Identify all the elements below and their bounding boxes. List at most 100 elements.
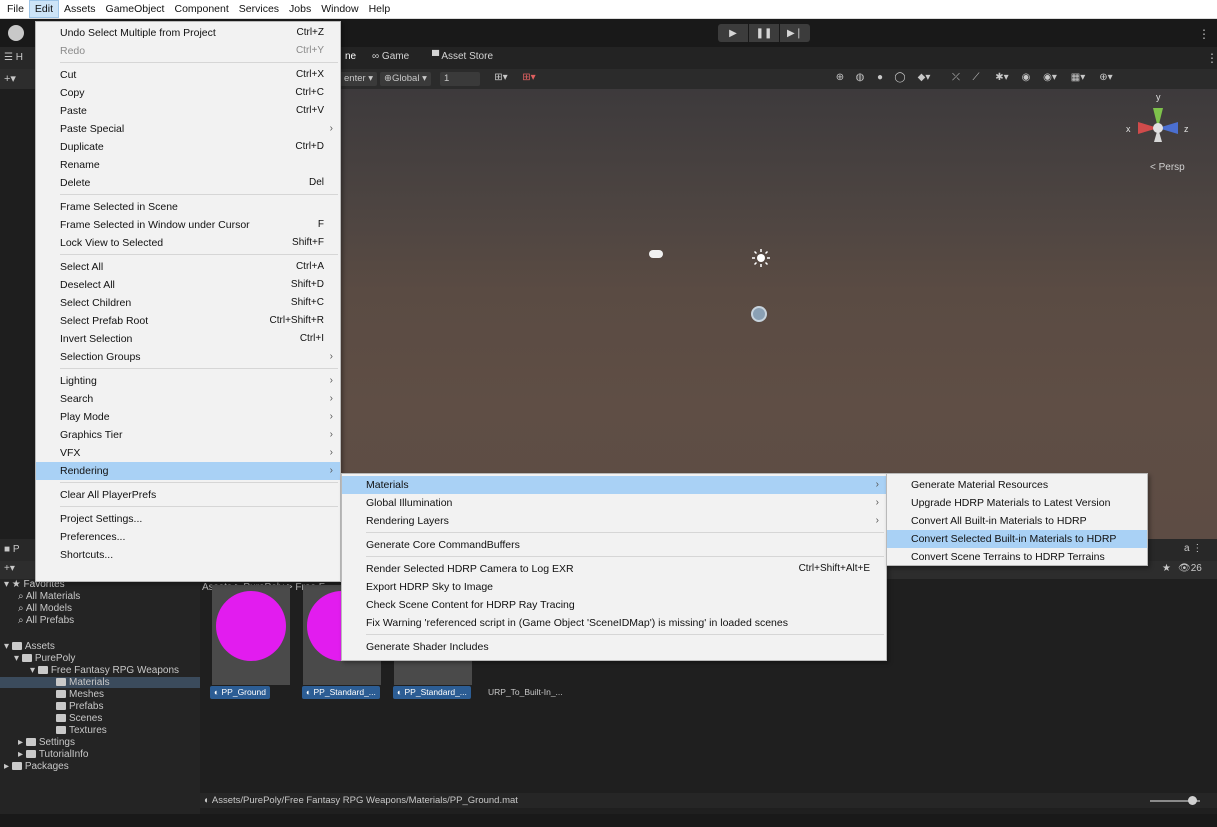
menu-item-invert-selection[interactable]: Invert Selection Ctrl+I [36,330,340,348]
menu-item-rendering-layers[interactable]: Rendering Layers › [342,512,886,530]
tree-tutorialinfo[interactable]: ▸ TutorialInfo [18,749,88,760]
menu-item-delete[interactable]: Delete Del [36,174,340,192]
menu-item-undo[interactable]: Undo Select Multiple from Project Ctrl+Z [36,24,340,42]
menu-item-fix-warning[interactable]: Fix Warning 'referenced script in (Game … [342,614,886,632]
tab-scene[interactable]: ne [345,51,356,62]
menu-item-render-camera-exr[interactable]: Render Selected HDRP Camera to Log EXR Ct… [342,560,886,578]
tree-all-materials[interactable]: ⌕ All Materials [18,591,80,602]
menu-item-convert-all-builtin[interactable]: Convert All Built-in Materials to HDRP [887,512,1147,530]
asset-label[interactable]: ◐ PP_Standard_... [393,686,471,699]
orientation-icon[interactable]: ⊕ [832,72,848,86]
menu-item-frame-selected[interactable]: Frame Selected in Scene [36,198,340,216]
menu-item-rendering[interactable]: Rendering › [36,462,340,480]
menu-item-shortcuts[interactable]: Shortcuts... [36,546,340,564]
menu-item-select-prefab-root[interactable]: Select Prefab Root Ctrl+Shift+R [36,312,340,330]
menu-item-duplicate[interactable]: Duplicate Ctrl+D [36,138,340,156]
menu-item-select-children[interactable]: Select Children Shift+C [36,294,340,312]
menu-item-project-settings[interactable]: Project Settings... [36,510,340,528]
menu-item-search[interactable]: Search › [36,390,340,408]
project-add-icon[interactable]: +▾ [4,563,15,574]
scene-view[interactable] [340,89,1217,539]
projection-label[interactable]: < Persp [1150,162,1185,173]
menu-item-deselect-all[interactable]: Deselect All Shift+D [36,276,340,294]
lighting-toggle-icon[interactable]: ⟋ [968,72,984,86]
grid-snap-icon[interactable]: ⊞▾ [490,72,512,86]
tree-meshes[interactable]: Meshes [56,689,104,700]
menu-item-check-ray-tracing[interactable]: Check Scene Content for HDRP Ray Tracing [342,596,886,614]
menu-item-frame-under-cursor[interactable]: Frame Selected in Window under Cursor F [36,216,340,234]
menu-edit[interactable]: Edit [28,0,60,18]
effects-icon[interactable]: ✱▾ [990,72,1014,86]
tree-settings[interactable]: ▸ Settings [18,737,75,748]
menu-gameobject[interactable]: GameObject [101,1,170,17]
menu-item-copy[interactable]: Copy Ctrl+C [36,84,340,102]
unity-account-icon[interactable] [8,25,24,41]
asset-thumbnail[interactable] [212,585,290,685]
menu-item-rename[interactable]: Rename [36,156,340,174]
snap-increment-icon[interactable]: ⊞▾ [518,72,540,86]
tree-purepoly[interactable]: ▾ PurePoly [14,653,75,664]
menu-item-paste-special[interactable]: Paste Special › [36,120,340,138]
menu-item-select-all[interactable]: Select All Ctrl+A [36,258,340,276]
reflection-probe-icon[interactable] [751,306,767,322]
directional-light-icon[interactable] [751,248,771,268]
tab-game[interactable]: ∞ Game [372,51,409,62]
tree-all-prefabs[interactable]: ⌕ All Prefabs [18,615,74,626]
menu-item-generate-core-commandbuffers[interactable]: Generate Core CommandBuffers [342,536,886,554]
pause-button[interactable]: ❚❚ [749,24,779,42]
lock-icon[interactable]: a ⋮ [1184,543,1202,554]
tree-assets[interactable]: ▾ Assets [4,641,55,652]
menu-item-upgrade-hdrp-materials[interactable]: Upgrade HDRP Materials to Latest Version [887,494,1147,512]
tree-materials[interactable]: Materials [0,677,200,688]
camera-icon[interactable]: ◉▾ [1038,72,1062,86]
tree-packages[interactable]: ▸ Packages [4,761,69,772]
menu-item-cut[interactable]: Cut Ctrl+X [36,66,340,84]
global-dropdown[interactable]: ⊕Global ▾ [380,72,431,86]
hierarchy-add-icon[interactable]: +▾ [4,73,16,85]
grid-size-field[interactable]: 1 [440,72,480,86]
menu-item-generate-shader-includes[interactable]: Generate Shader Includes [342,638,886,656]
lit-sphere-icon[interactable]: ● [872,72,888,86]
tabs-more-icon[interactable]: ⋮ [1206,51,1217,65]
visibility-icon[interactable]: ◉ [1018,72,1034,86]
menu-file[interactable]: File [2,1,29,17]
menu-window[interactable]: Window [316,1,363,17]
asset-label[interactable]: ◐ PP_Standard_... [302,686,380,699]
menu-item-selection-groups[interactable]: Selection Groups › [36,348,340,366]
tree-free-fantasy[interactable]: ▾ Free Fantasy RPG Weapons [30,665,179,676]
menu-assets[interactable]: Assets [59,1,101,17]
menu-item-convert-terrains[interactable]: Convert Scene Terrains to HDRP Terrains [887,548,1147,566]
toolbar-more-icon[interactable]: ⋮ [1198,27,1210,41]
step-button[interactable]: ▶❘ [780,24,810,42]
menu-item-lighting[interactable]: Lighting › [36,372,340,390]
tree-prefabs[interactable]: Prefabs [56,701,103,712]
orientation-gizmo[interactable]: y x z [1118,88,1198,168]
gizmos-icon[interactable]: ⊕▾ [1094,72,1118,86]
menu-item-convert-selected-builtin[interactable]: Convert Selected Built-in Materials to H… [887,530,1147,548]
menu-help[interactable]: Help [364,1,396,17]
menu-item-lock-view[interactable]: Lock View to Selected Shift+F [36,234,340,252]
tab-asset-store[interactable]: ▀ Asset Store [432,51,493,62]
grid-toggle-icon[interactable]: ▦▾ [1066,72,1090,86]
play-button[interactable]: ▶ [718,24,748,42]
tree-textures[interactable]: Textures [56,725,107,736]
favorite-star-icon[interactable]: ★ [1162,563,1171,574]
wire-sphere-icon[interactable]: ◯ [892,72,908,86]
menu-jobs[interactable]: Jobs [284,1,316,17]
toggle-2d-icon[interactable]: ⤫ [948,72,964,86]
menu-item-global-illumination[interactable]: Global Illumination › [342,494,886,512]
menu-item-clear-playerprefs[interactable]: Clear All PlayerPrefs [36,486,340,504]
shading-icon[interactable]: ◍ [852,72,868,86]
menu-item-export-sky[interactable]: Export HDRP Sky to Image [342,578,886,596]
menu-item-paste[interactable]: Paste Ctrl+V [36,102,340,120]
menu-item-preferences[interactable]: Preferences... [36,528,340,546]
tree-all-models[interactable]: ⌕ All Models [18,603,72,614]
pivot-dropdown[interactable]: enter ▾ [340,72,378,86]
menu-item-play-mode[interactable]: Play Mode › [36,408,340,426]
tree-scenes[interactable]: Scenes [56,713,102,724]
asset-label[interactable]: ◐ PP_Ground [210,686,270,699]
menu-item-graphics-tier[interactable]: Graphics Tier › [36,426,340,444]
menu-item-vfx[interactable]: VFX › [36,444,340,462]
volume-icon[interactable] [649,250,663,258]
render-mode-icon[interactable]: ◆▾ [912,72,936,86]
